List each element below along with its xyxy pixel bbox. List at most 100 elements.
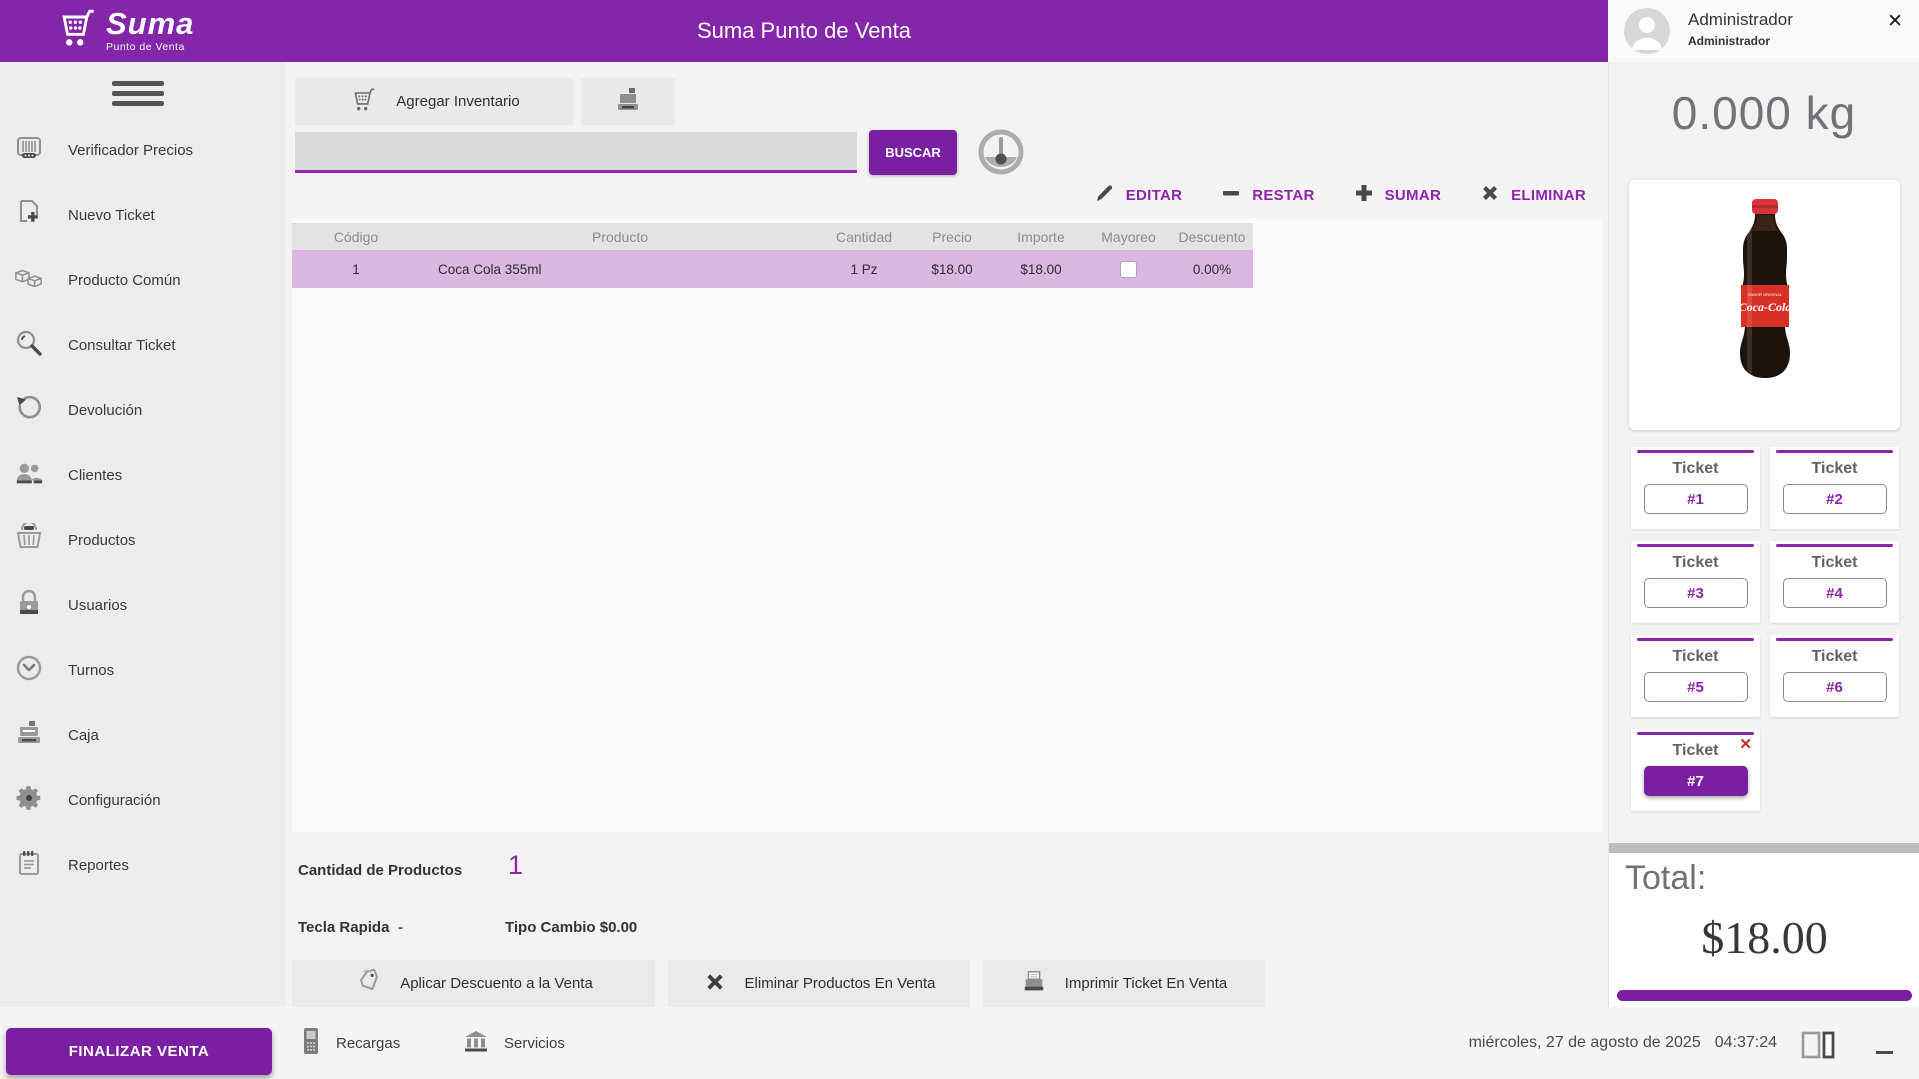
ticket-4-button[interactable]: #4 xyxy=(1783,578,1887,608)
scale-gauge-icon[interactable] xyxy=(975,126,1027,178)
cell-importe: $18.00 xyxy=(996,250,1086,288)
servicios-label: Servicios xyxy=(504,1035,565,1052)
restar-action[interactable]: RESTAR xyxy=(1220,182,1314,209)
ticket-close-icon[interactable]: ✕ xyxy=(1739,735,1752,753)
eliminar-productos-button[interactable]: Eliminar Productos En Venta xyxy=(668,960,970,1007)
cell-precio: $18.00 xyxy=(908,250,996,288)
sidebar-item-verificador-precios[interactable]: Verificador Precios xyxy=(0,118,285,183)
sidebar-item-label: Devolución xyxy=(68,402,142,419)
ticket-6-button[interactable]: #6 xyxy=(1783,672,1887,702)
sidebar-item-producto-comun[interactable]: Producto Común xyxy=(0,248,285,313)
pencil-icon xyxy=(1094,182,1116,209)
user-name: Administrador xyxy=(1688,10,1793,30)
sale-table: Código Producto Cantidad Precio Importe … xyxy=(292,218,1602,832)
mayoreo-checkbox[interactable] xyxy=(1120,261,1137,278)
sidebar-item-label: Nuevo Ticket xyxy=(68,207,155,224)
sidebar-item-consultar-ticket[interactable]: Consultar Ticket xyxy=(0,313,285,378)
sidebar-item-productos[interactable]: Productos xyxy=(0,508,285,573)
ticket-2-button[interactable]: #2 xyxy=(1783,484,1887,514)
tecla-rapida-label: Tecla Rapida xyxy=(298,919,389,936)
cantidad-productos-label: Cantidad de Productos xyxy=(298,862,462,879)
ticket-card-5[interactable]: Ticket #5 xyxy=(1631,635,1760,717)
ticket-title: Ticket xyxy=(1673,554,1719,572)
user-strip: Administrador Administrador ✕ xyxy=(1608,0,1919,62)
sidebar: Verificador Precios Nuevo Ticket Product… xyxy=(0,62,285,1079)
col-header-producto: Producto xyxy=(420,223,820,250)
minimize-icon[interactable] xyxy=(1876,1051,1893,1054)
bank-icon xyxy=(462,1027,490,1059)
ticket-card-4[interactable]: Ticket #4 xyxy=(1770,541,1899,623)
close-window-icon[interactable]: ✕ xyxy=(1887,10,1903,33)
ticket-accent-line xyxy=(1776,450,1893,453)
magnifier-icon xyxy=(14,328,44,363)
sidebar-item-label: Consultar Ticket xyxy=(68,337,176,354)
svg-text:Coca-Cola: Coca-Cola xyxy=(1738,300,1791,314)
ticket-title: Ticket xyxy=(1812,460,1858,478)
table-header-row: Código Producto Cantidad Precio Importe … xyxy=(292,223,1253,250)
logo-subtitle: Punto de Venta xyxy=(106,41,194,53)
gear-icon xyxy=(14,783,44,818)
price-tag-icon xyxy=(354,968,382,1000)
ticket-accent-line xyxy=(1776,544,1893,547)
sidebar-item-label: Usuarios xyxy=(68,597,127,614)
price-checker-icon xyxy=(14,133,44,168)
col-header-precio: Precio xyxy=(908,223,996,250)
editar-action[interactable]: EDITAR xyxy=(1094,182,1183,209)
right-panel: 0.000 kg Coca-Cola SABOR ORIGINAL Ticket xyxy=(1608,62,1919,1007)
sidebar-item-caja[interactable]: Caja xyxy=(0,703,285,768)
ticket-5-button[interactable]: #5 xyxy=(1644,672,1748,702)
ticket-title: Ticket xyxy=(1812,648,1858,666)
cash-register-icon xyxy=(14,718,44,753)
buscar-button[interactable]: BUSCAR xyxy=(869,130,957,175)
register-button[interactable] xyxy=(581,78,675,125)
sidebar-item-label: Turnos xyxy=(68,662,114,679)
ticket-7-button[interactable]: #7 xyxy=(1644,766,1748,796)
sidebar-item-usuarios[interactable]: Usuarios xyxy=(0,573,285,638)
total-label: Total: xyxy=(1625,859,1706,898)
undo-arrow-icon xyxy=(14,393,44,428)
ticket-card-6[interactable]: Ticket #6 xyxy=(1770,635,1899,717)
aplicar-descuento-label: Aplicar Descuento a la Venta xyxy=(400,975,593,992)
ticket-3-button[interactable]: #3 xyxy=(1644,578,1748,608)
aplicar-descuento-button[interactable]: Aplicar Descuento a la Venta xyxy=(292,960,655,1007)
avatar xyxy=(1624,8,1670,54)
ticket-card-2[interactable]: Ticket #2 xyxy=(1770,447,1899,529)
clock-icon xyxy=(14,653,44,688)
header-bar: Suma Punto de Venta Suma Punto de Venta xyxy=(0,0,1608,62)
imprimir-ticket-label: Imprimir Ticket En Venta xyxy=(1065,975,1228,992)
status-bar: Recargas Servicios miércoles, 27 de agos… xyxy=(0,1007,1919,1079)
cell-codigo: 1 xyxy=(292,250,420,288)
agregar-inventario-button[interactable]: Agregar Inventario xyxy=(295,78,573,125)
sumar-label: SUMAR xyxy=(1385,187,1442,204)
imprimir-ticket-button[interactable]: Imprimir Ticket En Venta xyxy=(983,960,1265,1007)
ticket-card-3[interactable]: Ticket #3 xyxy=(1631,541,1760,623)
ticket-title: Ticket xyxy=(1673,648,1719,666)
ticket-1-button[interactable]: #1 xyxy=(1644,484,1748,514)
page-title: Suma Punto de Venta xyxy=(0,0,1608,62)
user-role: Administrador xyxy=(1688,34,1770,48)
sumar-action[interactable]: SUMAR xyxy=(1353,182,1442,209)
ticket-card-1[interactable]: Ticket #1 xyxy=(1631,447,1760,529)
sidebar-item-devolucion[interactable]: Devolución xyxy=(0,378,285,443)
sidebar-item-reportes[interactable]: Reportes xyxy=(0,833,285,898)
phone-icon xyxy=(300,1026,322,1060)
ticket-card-7[interactable]: ✕ Ticket #7 xyxy=(1631,729,1760,811)
eliminar-action[interactable]: ELIMINAR xyxy=(1479,182,1586,209)
sidebar-item-turnos[interactable]: Turnos xyxy=(0,638,285,703)
sidebar-item-configuracion[interactable]: Configuración xyxy=(0,768,285,833)
x-icon xyxy=(1479,182,1501,209)
ticket-accent-line xyxy=(1776,638,1893,641)
sidebar-nav: Verificador Precios Nuevo Ticket Product… xyxy=(0,118,285,898)
recargas-button[interactable]: Recargas xyxy=(300,1007,400,1079)
app-logo: Suma Punto de Venta xyxy=(52,6,194,55)
search-input[interactable] xyxy=(295,132,857,173)
ticket-accent-line xyxy=(1637,638,1754,641)
drawer-status-icon[interactable] xyxy=(1801,1031,1841,1059)
hamburger-menu-icon[interactable] xyxy=(112,76,164,110)
table-row[interactable]: 1 Coca Cola 355ml 1 Pz $18.00 $18.00 0.0… xyxy=(292,250,1253,288)
finalizar-venta-button[interactable]: FINALIZAR VENTA xyxy=(6,1028,272,1075)
sidebar-item-nuevo-ticket[interactable]: Nuevo Ticket xyxy=(0,183,285,248)
sidebar-item-clientes[interactable]: Clientes xyxy=(0,443,285,508)
ticket-title: Ticket xyxy=(1812,554,1858,572)
servicios-button[interactable]: Servicios xyxy=(462,1007,565,1079)
